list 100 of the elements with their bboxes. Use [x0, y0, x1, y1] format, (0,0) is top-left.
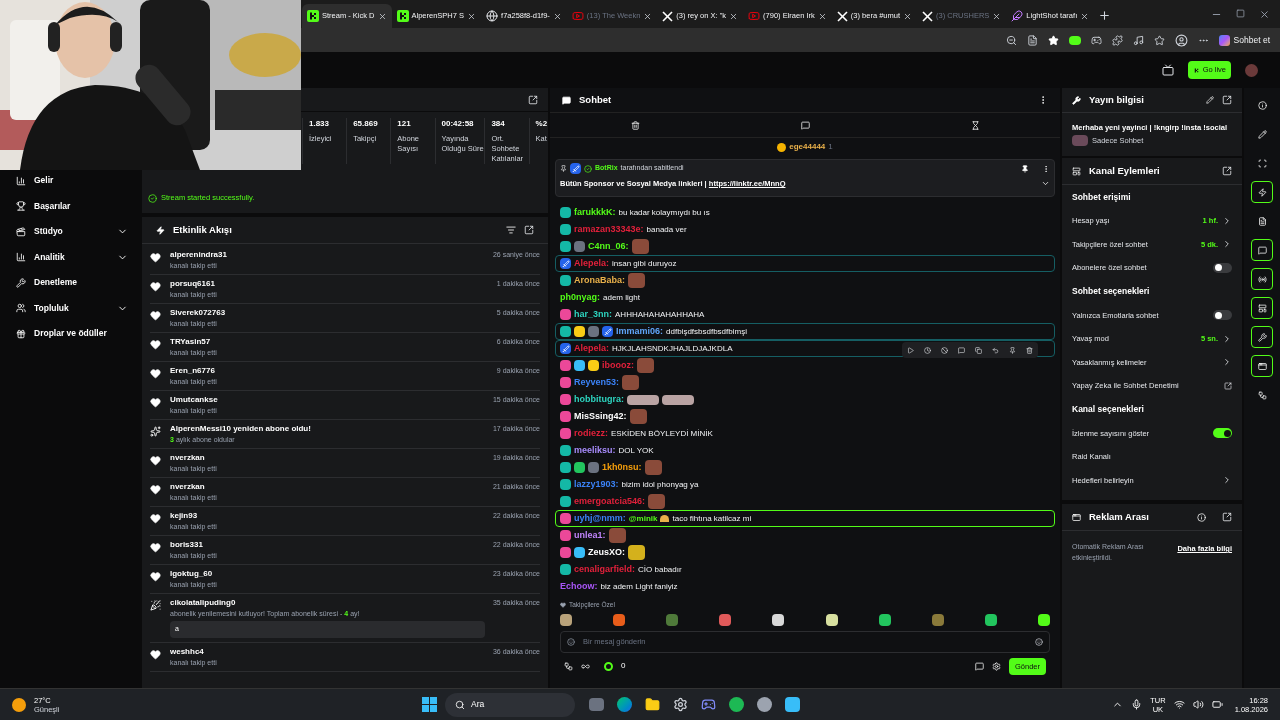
sidebar-item[interactable]: Analitik: [0, 244, 140, 270]
stream-preview-icon[interactable]: [1161, 64, 1174, 76]
ban-icon[interactable]: [941, 346, 948, 354]
pin-icon[interactable]: [1009, 346, 1016, 354]
chat-username[interactable]: cenaligarfield:: [574, 564, 636, 575]
volume-icon[interactable]: [1192, 699, 1204, 710]
gamepad-icon[interactable]: [1090, 34, 1102, 46]
toggle-switch[interactable]: [1213, 310, 1232, 321]
sidebar-item[interactable]: Topluluk: [0, 295, 140, 321]
settings-icon[interactable]: [991, 661, 1001, 671]
chat-username[interactable]: ZeusXO:: [588, 547, 625, 558]
chat-username[interactable]: rodiezz:: [574, 428, 608, 439]
microphone-icon[interactable]: [1131, 699, 1143, 710]
info-icon[interactable]: [1197, 512, 1206, 522]
sidebar-item[interactable]: Denetleme: [0, 270, 140, 296]
close-tab-icon[interactable]: [817, 11, 827, 21]
gamepad-icon[interactable]: [701, 697, 716, 712]
filter-icon[interactable]: [506, 225, 516, 235]
unpin-icon[interactable]: [1021, 164, 1029, 173]
close-tab-icon[interactable]: [643, 11, 653, 21]
chat-username[interactable]: Echoow:: [560, 581, 598, 592]
pop-out-icon[interactable]: [1222, 166, 1232, 176]
folder-icon[interactable]: [645, 697, 660, 712]
emote-icon[interactable]: [772, 613, 785, 626]
copy-icon[interactable]: [975, 346, 982, 354]
close-tab-icon[interactable]: [992, 11, 1002, 21]
media-icon[interactable]: [1132, 34, 1144, 46]
pop-out-icon[interactable]: [528, 94, 538, 105]
toggle-switch[interactable]: [1213, 262, 1232, 273]
close-tab-icon[interactable]: [1080, 11, 1090, 21]
reader-icon[interactable]: [1026, 34, 1038, 46]
chat-username[interactable]: Alepela:: [574, 258, 609, 269]
trash-icon[interactable]: [1026, 346, 1033, 354]
play-icon[interactable]: [907, 346, 914, 354]
chat-username[interactable]: unlea1:: [574, 530, 606, 541]
pop-out-icon[interactable]: [524, 225, 534, 235]
emoji-icon[interactable]: [1035, 637, 1043, 646]
close-tab-icon[interactable]: [467, 11, 477, 21]
chat-username[interactable]: ramazan33343e:: [574, 224, 644, 235]
clock-icon[interactable]: [924, 346, 931, 354]
close-tab-icon[interactable]: [377, 11, 387, 21]
close-icon[interactable]: [1259, 9, 1270, 20]
zoom-out-icon[interactable]: [1005, 34, 1017, 46]
close-tab-icon[interactable]: [903, 11, 912, 21]
gear-icon[interactable]: [673, 697, 688, 712]
pop-out-icon[interactable]: [1222, 95, 1232, 105]
wifi-icon[interactable]: [1173, 699, 1185, 710]
app-icon[interactable]: [785, 697, 800, 712]
chat-icon[interactable]: [1251, 239, 1273, 261]
undo-icon[interactable]: [992, 346, 999, 354]
chat-username[interactable]: har_3nn:: [574, 309, 612, 320]
emote-icon[interactable]: [1038, 613, 1050, 626]
chat-username[interactable]: meeliksu:: [574, 445, 616, 456]
sidebar-item[interactable]: Gelir: [0, 168, 140, 194]
favorite-star-icon[interactable]: [1047, 34, 1059, 46]
maximize-icon[interactable]: [1236, 9, 1245, 18]
hourglass-icon[interactable]: [970, 120, 980, 130]
chat-username[interactable]: Immami06:: [616, 326, 664, 337]
nodes-icon[interactable]: [564, 661, 573, 671]
wrench-icon[interactable]: [1251, 326, 1273, 348]
emote-picker-icon[interactable]: [567, 637, 575, 646]
sidebar-item[interactable]: Droplar ve ödüller: [0, 321, 140, 347]
taskbar-search[interactable]: Ara: [445, 692, 575, 717]
sidebar-item[interactable]: Başarılar: [0, 193, 140, 219]
emote-icon[interactable]: [560, 613, 572, 626]
gift-leader-name[interactable]: ege44444: [789, 141, 826, 153]
chat-username[interactable]: C4nn_06:: [588, 241, 629, 252]
app-icon[interactable]: [589, 698, 604, 711]
close-tab-icon[interactable]: [729, 11, 739, 21]
battery-icon[interactable]: [1211, 699, 1223, 710]
chat-username[interactable]: ph0nyag:: [560, 292, 600, 303]
chat-username[interactable]: farukkkK:: [574, 207, 616, 218]
extensions-icon[interactable]: [1111, 34, 1123, 46]
mention-link[interactable]: @minik: [628, 512, 658, 525]
extension-icon[interactable]: [1068, 35, 1081, 45]
close-tab-icon[interactable]: [552, 11, 562, 21]
copilot-button[interactable]: Sohbet et: [1218, 33, 1270, 47]
window-icon[interactable]: [1251, 355, 1273, 377]
chat-username[interactable]: hobbitugra:: [574, 394, 624, 405]
chat-username[interactable]: 1kh0nsu:: [602, 462, 642, 473]
chat-username[interactable]: emergoatcia546:: [574, 496, 646, 507]
emote-icon[interactable]: [878, 613, 891, 626]
chat-username[interactable]: Reyven53:: [574, 377, 620, 388]
pop-out-icon[interactable]: [1222, 512, 1232, 522]
panel-icon[interactable]: [1251, 297, 1273, 319]
toggle-switch[interactable]: [1213, 428, 1232, 439]
emote-icon[interactable]: [825, 613, 838, 626]
profile-icon[interactable]: [1174, 33, 1188, 47]
chat-username[interactable]: lazzy1903:: [574, 479, 619, 490]
chat-username[interactable]: iboooz:: [602, 360, 634, 371]
chat-username[interactable]: uyhj@nmm:: [574, 513, 626, 524]
trash-icon[interactable]: [630, 120, 640, 130]
sidebar-item[interactable]: Stüdyo: [0, 219, 140, 245]
more-icon[interactable]: [1042, 164, 1050, 173]
lightning-icon[interactable]: [1251, 181, 1273, 203]
edit-icon[interactable]: [1206, 96, 1214, 104]
emote-icon[interactable]: [984, 613, 997, 626]
chat-username[interactable]: MisSsing42:: [574, 411, 627, 422]
chat-username[interactable]: AronaBaba:: [574, 275, 625, 286]
chat-username[interactable]: Alepela:: [574, 343, 609, 354]
